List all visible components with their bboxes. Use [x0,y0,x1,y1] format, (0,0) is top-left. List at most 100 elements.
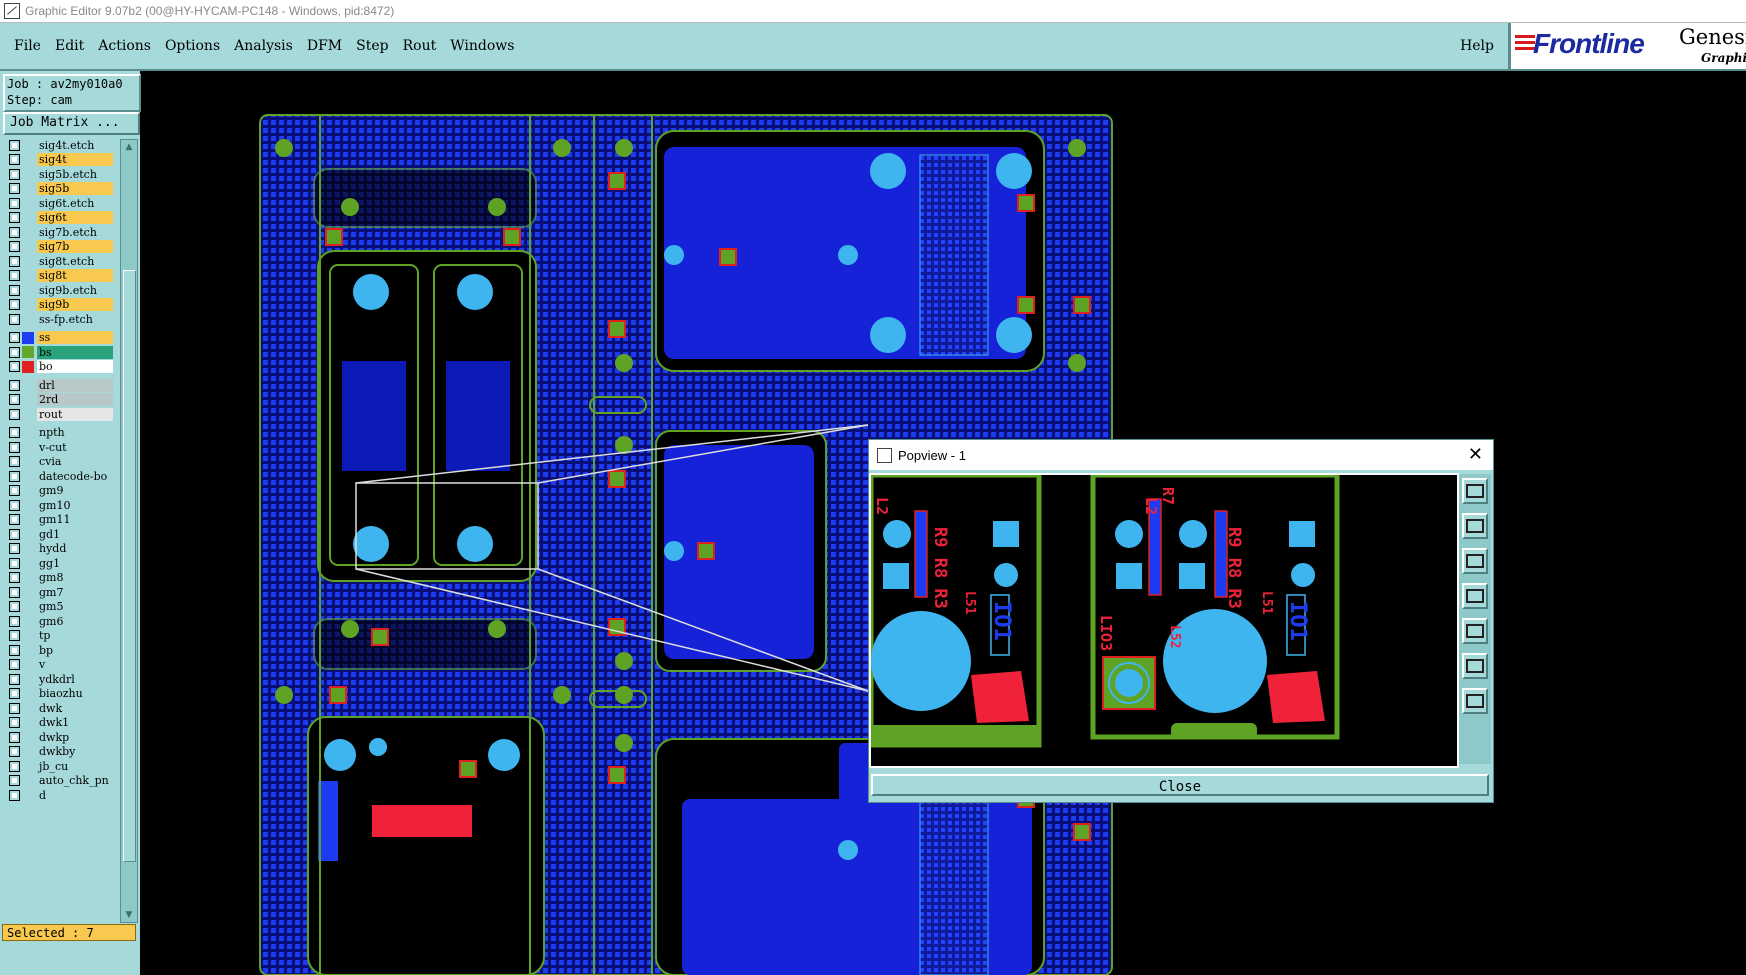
menu-rout[interactable]: Rout [403,38,437,54]
pan-up-icon[interactable] [1462,548,1488,574]
layer-checkbox[interactable] [9,270,20,282]
layer-checkbox[interactable] [9,688,20,700]
layer-row[interactable]: gm7 [4,585,116,600]
layer-name[interactable]: sig9b.etch [37,283,113,297]
layer-name[interactable]: sig6t.etch [37,196,113,210]
layer-row[interactable]: tp [4,629,116,644]
layer-name[interactable]: sig7b.etch [37,225,113,239]
layer-checkbox[interactable] [9,673,20,685]
layer-checkbox[interactable] [9,499,20,511]
layer-checkbox[interactable] [9,615,20,627]
pan-left-icon[interactable] [1462,583,1488,609]
layer-row[interactable]: hydd [4,542,116,557]
layer-checkbox[interactable] [9,717,20,729]
layer-row[interactable]: sig4t [4,153,116,168]
layer-row[interactable]: bo [4,360,116,375]
close-icon[interactable]: ✕ [1468,444,1483,465]
layer-name[interactable]: sig4t [37,153,113,167]
layer-row[interactable]: biaozhu [4,687,116,702]
layer-row[interactable]: sig9b.etch [4,283,116,298]
layer-checkbox[interactable] [9,313,20,325]
layer-name[interactable]: gm5 [37,600,113,614]
layer-checkbox[interactable] [9,332,20,344]
layer-row[interactable]: sig7b [4,240,116,255]
layer-name[interactable]: sig5b [37,182,113,196]
popview-close-button[interactable]: Close [871,774,1489,796]
scroll-thumb[interactable] [123,270,136,862]
layer-checkbox[interactable] [9,485,20,497]
layer-name[interactable]: gm8 [37,571,113,585]
layer-name[interactable]: bp [37,643,113,657]
layer-row[interactable]: ydkdrl [4,672,116,687]
layer-checkbox[interactable] [9,644,20,656]
layer-row[interactable]: gm8 [4,571,116,586]
layer-checkbox[interactable] [9,154,20,166]
layer-row[interactable]: rout [4,407,116,422]
layer-name[interactable]: d [37,788,113,802]
layer-row[interactable]: sig9b [4,298,116,313]
layer-row[interactable]: v-cut [4,440,116,455]
menu-edit[interactable]: Edit [55,38,84,54]
layer-row[interactable]: gm6 [4,614,116,629]
layer-row[interactable]: dwkp [4,730,116,745]
layer-name[interactable]: rout [37,407,113,421]
layer-checkbox[interactable] [9,528,20,540]
layer-name[interactable]: ydkdrl [37,672,113,686]
layer-checkbox[interactable] [9,427,20,439]
layer-checkbox[interactable] [9,572,20,584]
layer-name[interactable]: drl [37,378,113,392]
layer-checkbox[interactable] [9,379,20,391]
layer-name[interactable]: tp [37,629,113,643]
layer-checkbox[interactable] [9,361,20,373]
menu-options[interactable]: Options [165,38,220,54]
zoom-home-icon[interactable] [1462,688,1488,714]
layer-checkbox[interactable] [9,731,20,743]
layer-checkbox[interactable] [9,139,20,151]
layer-name[interactable]: sig7b [37,240,113,254]
menu-windows[interactable]: Windows [450,38,514,54]
layer-name[interactable]: sig4t.etch [37,138,113,152]
layer-name[interactable]: dwkp [37,730,113,744]
scroll-down-icon[interactable]: ▼ [121,908,137,922]
layer-name[interactable]: gm6 [37,614,113,628]
layer-name[interactable]: 2rd [37,393,113,407]
layer-checkbox[interactable] [9,241,20,253]
menu-step[interactable]: Step [356,38,388,54]
layer-row[interactable]: ss-fp.etch [4,312,116,327]
layer-checkbox[interactable] [9,659,20,671]
layer-checkbox[interactable] [9,284,20,296]
layer-name[interactable]: auto_chk_pn [37,774,113,788]
layer-row[interactable]: bs [4,345,116,360]
layer-row[interactable]: gm10 [4,498,116,513]
layer-checkbox[interactable] [9,543,20,555]
layer-checkbox[interactable] [9,702,20,714]
fit-icon[interactable] [1462,653,1488,679]
layer-checkbox[interactable] [9,441,20,453]
layer-checkbox[interactable] [9,183,20,195]
layer-name[interactable]: dwk1 [37,716,113,730]
layer-row[interactable]: npth [4,426,116,441]
layer-checkbox[interactable] [9,299,20,311]
layer-name[interactable]: gg1 [37,556,113,570]
menu-analysis[interactable]: Analysis [234,38,293,54]
menu-file[interactable]: File [14,38,41,54]
layer-row[interactable]: sig6t [4,211,116,226]
layer-name[interactable]: dwk [37,701,113,715]
layer-name[interactable]: biaozhu [37,687,113,701]
layer-row[interactable]: sig8t [4,269,116,284]
layer-checkbox[interactable] [9,456,20,468]
layer-name[interactable]: sig5b.etch [37,167,113,181]
layer-name[interactable]: dwkby [37,745,113,759]
layer-checkbox[interactable] [9,197,20,209]
layer-name[interactable]: v-cut [37,440,113,454]
layer-name[interactable]: datecode-bo [37,469,113,483]
layer-name[interactable]: ss-fp.etch [37,312,113,326]
layer-name[interactable]: gm10 [37,498,113,512]
layer-row[interactable]: bp [4,643,116,658]
layer-row[interactable]: sig6t.etch [4,196,116,211]
layer-name[interactable]: v [37,658,113,672]
layer-name[interactable]: npth [37,426,113,440]
layer-checkbox[interactable] [9,775,20,787]
layer-checkbox[interactable] [9,557,20,569]
layer-row[interactable]: auto_chk_pn [4,774,116,789]
